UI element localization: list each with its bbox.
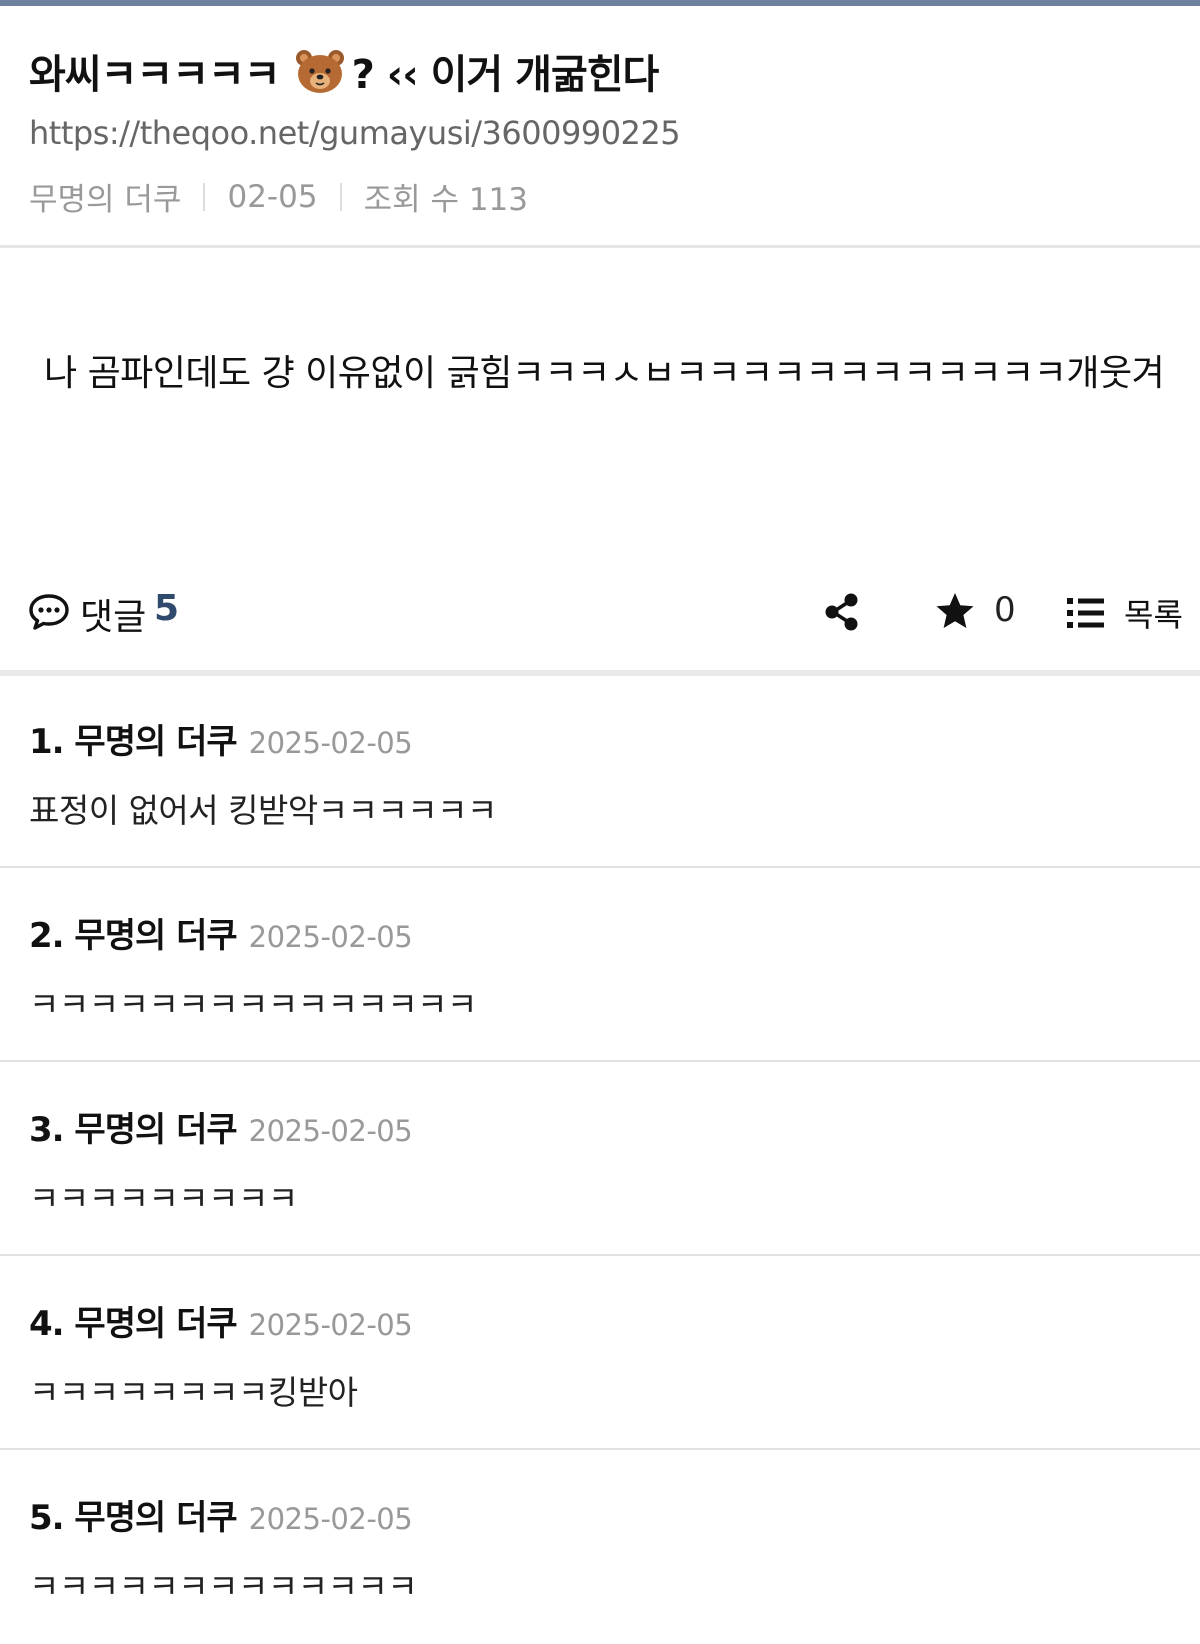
comment-date: 2025-02-05 (248, 1114, 413, 1148)
post-title: 와씨ㅋㅋㅋㅋㅋ ? ‹‹ 이거 개굶힌다 (29, 42, 660, 100)
speech-bubble-icon[interactable] (28, 592, 70, 632)
post-url-link[interactable]: https://theqoo.net/gumayusi/3600990225 (29, 114, 681, 152)
comment-author: 1. 무명의 더쿠 (29, 722, 238, 762)
post-views: 조회 수 113 (363, 182, 528, 218)
comment-header: 3. 무명의 더쿠 2025-02-05 (29, 1102, 413, 1151)
post-content: 나 곰파인데도 걍 이유없이 긁힘ㅋㅋㅋㅅㅂㅋㅋㅋㅋㅋㅋㅋㅋㅋㅋㅋㅋ개웃겨 (44, 353, 1165, 394)
post-author: 무명의 더쿠 (29, 182, 182, 218)
action-bar: 댓글 5 0 목록 (0, 580, 1200, 644)
comment-author: 5. 무명의 더쿠 (29, 1498, 238, 1538)
comment-item: 5. 무명의 더쿠 2025-02-05 ㅋㅋㅋㅋㅋㅋㅋㅋㅋㅋㅋㅋㅋ (0, 1452, 1200, 1644)
comment-item: 3. 무명의 더쿠 2025-02-05 ㅋㅋㅋㅋㅋㅋㅋㅋㅋ (0, 1064, 1200, 1256)
comment-count[interactable]: 5 (154, 588, 179, 629)
bear-emoji-icon (294, 48, 346, 94)
comment-date: 2025-02-05 (248, 1502, 413, 1536)
comment-date: 2025-02-05 (248, 920, 413, 954)
comment-item: 1. 무명의 더쿠 2025-02-05 표정이 없어서 킹받악ㅋㅋㅋㅋㅋㅋ (0, 676, 1200, 868)
comment-text: ㅋㅋㅋㅋㅋㅋㅋㅋㅋㅋㅋㅋㅋㅋㅋ (29, 985, 477, 1024)
comment-date: 2025-02-05 (248, 1308, 413, 1342)
header-divider (0, 245, 1200, 248)
meta-separator (339, 182, 342, 211)
comment-item: 4. 무명의 더쿠 2025-02-05 ㅋㅋㅋㅋㅋㅋㅋㅋ킹받아 (0, 1258, 1200, 1450)
share-icon[interactable] (822, 592, 862, 632)
post-title-text-after: ? ‹‹ 이거 개굶힌다 (351, 52, 660, 98)
list-icon[interactable] (1066, 596, 1106, 630)
comment-date: 2025-02-05 (248, 726, 413, 760)
list-button-label[interactable]: 목록 (1124, 590, 1183, 636)
comment-header: 5. 무명의 더쿠 2025-02-05 (29, 1490, 413, 1539)
comment-author: 4. 무명의 더쿠 (29, 1304, 238, 1344)
comment-text: ㅋㅋㅋㅋㅋㅋㅋㅋㅋ (29, 1179, 298, 1218)
comment-header: 4. 무명의 더쿠 2025-02-05 (29, 1296, 413, 1345)
post-meta: 무명의 더쿠 02-05 조회 수 113 (29, 174, 528, 219)
comment-text: ㅋㅋㅋㅋㅋㅋㅋㅋㅋㅋㅋㅋㅋ (29, 1567, 418, 1606)
comment-author: 3. 무명의 더쿠 (29, 1110, 238, 1150)
comment-text: 표정이 없어서 킹받악ㅋㅋㅋㅋㅋㅋ (29, 791, 497, 830)
comment-item: 2. 무명의 더쿠 2025-02-05 ㅋㅋㅋㅋㅋㅋㅋㅋㅋㅋㅋㅋㅋㅋㅋ (0, 870, 1200, 1062)
post-date: 02-05 (227, 178, 318, 215)
comment-text: ㅋㅋㅋㅋㅋㅋㅋㅋ킹받아 (29, 1373, 358, 1412)
post-title-text-before: 와씨ㅋㅋㅋㅋㅋ (29, 52, 281, 98)
comment-header: 2. 무명의 더쿠 2025-02-05 (29, 908, 413, 957)
star-count: 0 (994, 590, 1016, 630)
comment-header: 1. 무명의 더쿠 2025-02-05 (29, 714, 413, 763)
post-header: 와씨ㅋㅋㅋㅋㅋ ? ‹‹ 이거 개굶힌다 https://theqoo.net/… (0, 6, 1200, 246)
comment-label[interactable]: 댓글 (80, 588, 146, 640)
comment-author: 2. 무명의 더쿠 (29, 916, 238, 956)
star-icon[interactable] (934, 590, 976, 632)
meta-separator (203, 182, 206, 211)
